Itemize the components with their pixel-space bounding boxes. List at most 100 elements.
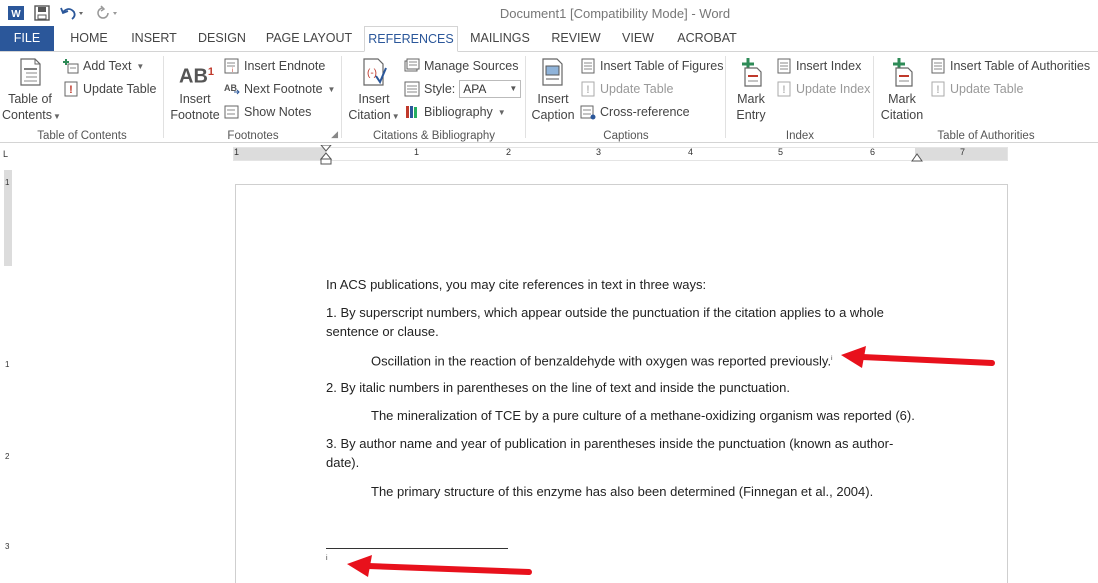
insert-caption-button[interactable]: Insert Caption [528, 56, 578, 123]
next-footnote-button[interactable]: AB Next Footnote ▼ [224, 79, 335, 99]
paragraph-method-2[interactable]: 2. By italic numbers in parentheses on t… [326, 378, 906, 397]
ruler-number: 1 [414, 147, 420, 157]
tab-references[interactable]: REFERENCES [364, 26, 458, 52]
group-citations-bibliography: (-) Insert Citation▼ Manage Sources Styl… [342, 52, 526, 143]
bibliography-label: Bibliography [424, 105, 493, 119]
ruler-number: 5 [778, 147, 784, 157]
tab-file[interactable]: FILE [0, 26, 54, 51]
insert-footnote-button[interactable]: AB1 Insert Footnote [168, 56, 222, 123]
footnote-icon-sup: 1 [207, 66, 215, 78]
insert-citation-button[interactable]: (-) Insert Citation▼ [346, 56, 402, 125]
insert-table-of-figures-button[interactable]: Insert Table of Figures [580, 56, 723, 76]
svg-text:(-): (-) [367, 68, 377, 79]
ruler-area: L 1 1 2 3 4 5 6 7 [0, 144, 1098, 166]
insert-index-button[interactable]: Insert Index [776, 56, 861, 76]
table-of-authorities-icon [930, 58, 946, 74]
right-indent-marker-icon[interactable] [911, 152, 923, 162]
tab-home[interactable]: HOME [60, 26, 118, 51]
table-of-contents-button[interactable]: Table of Contents▼ [2, 56, 61, 125]
cross-reference-button[interactable]: Cross-reference [580, 102, 690, 122]
update-index-icon: ! [776, 81, 792, 97]
citation-style-select[interactable]: APA ▼ [459, 80, 522, 98]
paragraph-intro[interactable]: In ACS publications, you may cite refere… [326, 275, 906, 294]
tab-mailings[interactable]: MAILINGS [464, 26, 536, 51]
cross-reference-icon [580, 104, 596, 120]
left-margin-shade [234, 148, 326, 160]
insert-footnote-icon: AB1 [179, 56, 215, 88]
update-table-icon: ! [63, 81, 79, 97]
next-footnote-icon: AB [224, 81, 240, 97]
ruler-number: 3 [596, 147, 602, 157]
ruler-number: 6 [870, 147, 876, 157]
chevron-down-icon: ▼ [391, 112, 400, 121]
manage-sources-button[interactable]: Manage Sources [404, 56, 519, 76]
example-1-text: Oscillation in the reaction of benzaldeh… [371, 353, 832, 369]
cross-reference-label: Cross-reference [600, 105, 690, 119]
dialog-launcher-icon[interactable]: ◢ [331, 129, 338, 140]
footnote-separator [326, 548, 508, 549]
chevron-down-icon: ▼ [497, 107, 506, 117]
show-notes-icon [224, 104, 240, 120]
insert-caption-label-2: Caption [531, 108, 575, 122]
chevron-down-icon: ▼ [136, 61, 145, 71]
chevron-down-icon: ▼ [327, 84, 336, 94]
ruler-number: 3 [5, 542, 10, 551]
manage-sources-icon [404, 58, 420, 74]
mark-citation-button[interactable]: Mark Citation [876, 56, 928, 123]
update-index-label: Update Index [796, 82, 871, 96]
group-table-of-authorities: Mark Citation Insert Table of Authoritie… [874, 52, 1098, 143]
group-captions: Insert Caption Insert Table of Figures !… [526, 52, 726, 143]
mark-citation-icon [886, 56, 918, 88]
table-of-figures-icon [580, 58, 596, 74]
window-title: Document1 [Compatibility Mode] - Word [499, 6, 731, 21]
update-authorities-table-label: Update Table [950, 82, 1024, 96]
insert-citation-icon: (-) [358, 56, 390, 88]
tab-acrobat[interactable]: ACROBAT [672, 26, 742, 51]
update-authorities-table-button[interactable]: ! Update Table [930, 79, 1023, 99]
insert-index-icon [776, 58, 792, 74]
paragraph-method-1[interactable]: 1. By superscript numbers, which appear … [326, 303, 906, 341]
show-notes-label: Show Notes [244, 105, 312, 119]
tab-insert[interactable]: INSERT [126, 26, 182, 51]
ruler-number: 1 [5, 360, 10, 369]
table-of-contents-icon [14, 56, 46, 88]
tab-page-layout[interactable]: PAGE LAYOUT [262, 26, 356, 51]
tab-review[interactable]: REVIEW [546, 26, 606, 51]
tab-design[interactable]: DESIGN [192, 26, 252, 51]
mark-entry-icon [735, 56, 767, 88]
horizontal-ruler[interactable]: 1 1 2 3 4 5 6 7 [233, 145, 1008, 165]
footnote-marker[interactable]: i [326, 555, 328, 562]
document-page[interactable]: In ACS publications, you may cite refere… [235, 184, 1008, 583]
superscript-citation-marker: i [831, 356, 833, 362]
group-table-of-contents: Table of Contents▼ Add Text ▼ ! Update Ta… [0, 52, 164, 143]
group-index: Mark Entry Insert Index ! Update Index I… [726, 52, 874, 143]
ruler-number: 2 [506, 147, 512, 157]
update-index-button[interactable]: ! Update Index [776, 79, 870, 99]
ruler-number: 7 [960, 147, 966, 157]
bibliography-button[interactable]: Bibliography ▼ [404, 102, 506, 122]
tab-view[interactable]: VIEW [614, 26, 662, 51]
insert-table-of-authorities-button[interactable]: Insert Table of Authorities [930, 56, 1090, 76]
table-of-contents-label-1: Table of [8, 92, 52, 106]
svg-text:i: i [232, 68, 233, 74]
update-toc-button[interactable]: ! Update Table [63, 79, 156, 99]
insert-table-of-authorities-label: Insert Table of Authorities [950, 59, 1091, 73]
insert-endnote-button[interactable]: i Insert Endnote [224, 56, 325, 76]
citation-style-value: APA [463, 82, 487, 96]
update-captions-table-button[interactable]: ! Update Table [580, 79, 673, 99]
ruler-number: 2 [5, 452, 10, 461]
vertical-ruler[interactable]: 1 1 2 3 [2, 170, 14, 583]
paragraph-example-2[interactable]: The mineralization of TCE by a pure cult… [371, 406, 931, 425]
footnote-icon-text: AB [179, 65, 208, 88]
manage-sources-label: Manage Sources [424, 59, 519, 73]
mark-entry-button[interactable]: Mark Entry [728, 56, 774, 123]
show-notes-button[interactable]: Show Notes [224, 102, 311, 122]
group-label-toc: Table of Contents [37, 130, 127, 142]
paragraph-example-3[interactable]: The primary structure of this enzyme has… [371, 482, 931, 501]
ribbon-tabs: FILE HOME INSERT DESIGN PAGE LAYOUT REFE… [0, 26, 1098, 52]
paragraph-method-3[interactable]: 3. By author name and year of publicatio… [326, 434, 896, 472]
mark-citation-label-2: Citation [880, 108, 924, 122]
tab-selector[interactable]: L [3, 149, 13, 159]
indent-marker-icon[interactable] [320, 145, 332, 165]
add-text-button[interactable]: Add Text ▼ [63, 56, 144, 76]
